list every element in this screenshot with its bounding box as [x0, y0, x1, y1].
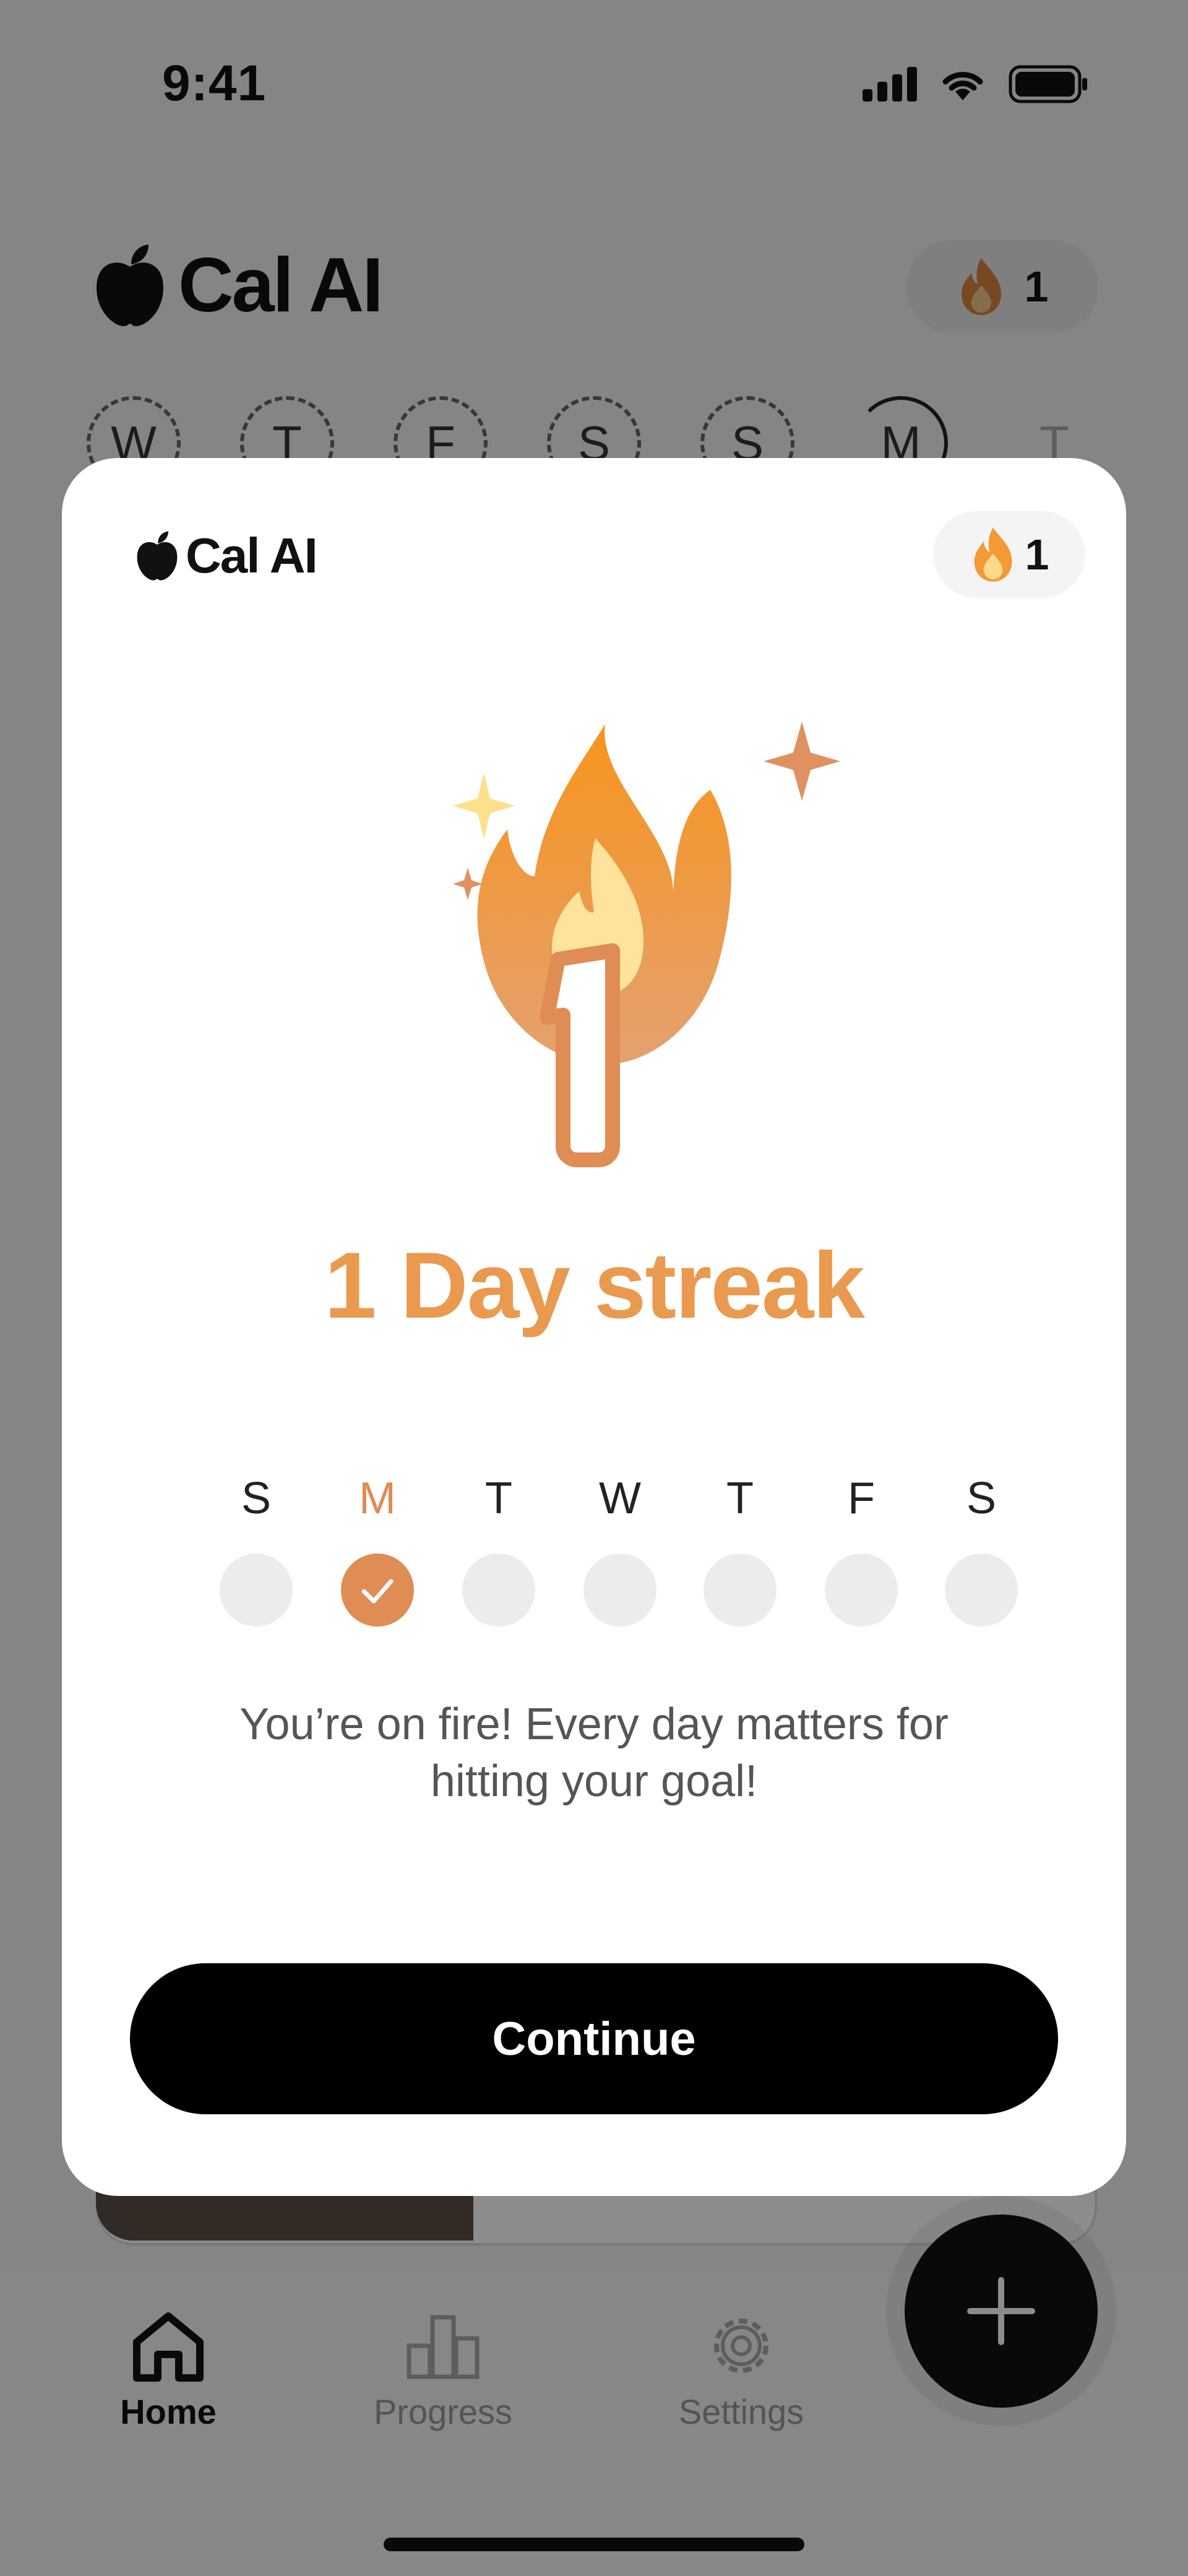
day-dot	[462, 1554, 535, 1627]
streak-message: You’re on fire! Every day matters for hi…	[186, 1696, 1002, 1810]
day-letter: S	[241, 1474, 272, 1523]
day-dot	[704, 1554, 777, 1627]
streak-message-line: hitting your goal!	[430, 1757, 758, 1806]
day-dot	[220, 1554, 293, 1627]
checkmark-icon	[361, 1579, 394, 1604]
day-letter: W	[599, 1474, 641, 1523]
day-letter: T	[485, 1474, 512, 1523]
sparkle-icon	[453, 772, 515, 839]
day-letter: S	[966, 1474, 997, 1523]
day-column: M	[340, 1473, 415, 1627]
modal-streak-badge: 1	[933, 511, 1085, 598]
sparkle-icon	[764, 722, 840, 801]
day-column: W	[583, 1473, 657, 1627]
modal-logo: Cal AI	[135, 527, 318, 584]
day-column: F	[824, 1473, 898, 1627]
apple-icon	[137, 531, 178, 581]
day-column: T	[462, 1473, 536, 1627]
day-column: T	[703, 1473, 777, 1627]
hero-number-badge	[540, 943, 620, 1167]
continue-button[interactable]: Continue	[130, 1963, 1058, 2114]
day-dot	[945, 1554, 1018, 1627]
streak-flame-illustration	[453, 722, 840, 1167]
streak-title: 1 Day streak	[324, 1233, 865, 1338]
day-dot	[583, 1554, 656, 1627]
day-dot	[825, 1554, 898, 1627]
flame-icon	[974, 527, 1012, 582]
day-letter: T	[726, 1474, 754, 1523]
day-dot-checked	[341, 1554, 414, 1627]
day-letter: M	[359, 1474, 396, 1523]
day-column: S	[944, 1473, 1018, 1627]
modal-logo-text: Cal AI	[186, 528, 318, 583]
streak-modal: Cal AI 1 1 Day streak S M T W T F S You’…	[62, 458, 1126, 2196]
modal-streak-count: 1	[1025, 530, 1049, 579]
day-letter: F	[848, 1474, 875, 1523]
streak-message-line: You’re on fire! Every day matters for	[239, 1700, 949, 1749]
sparkle-icon	[453, 868, 483, 900]
day-column: S	[219, 1473, 293, 1627]
